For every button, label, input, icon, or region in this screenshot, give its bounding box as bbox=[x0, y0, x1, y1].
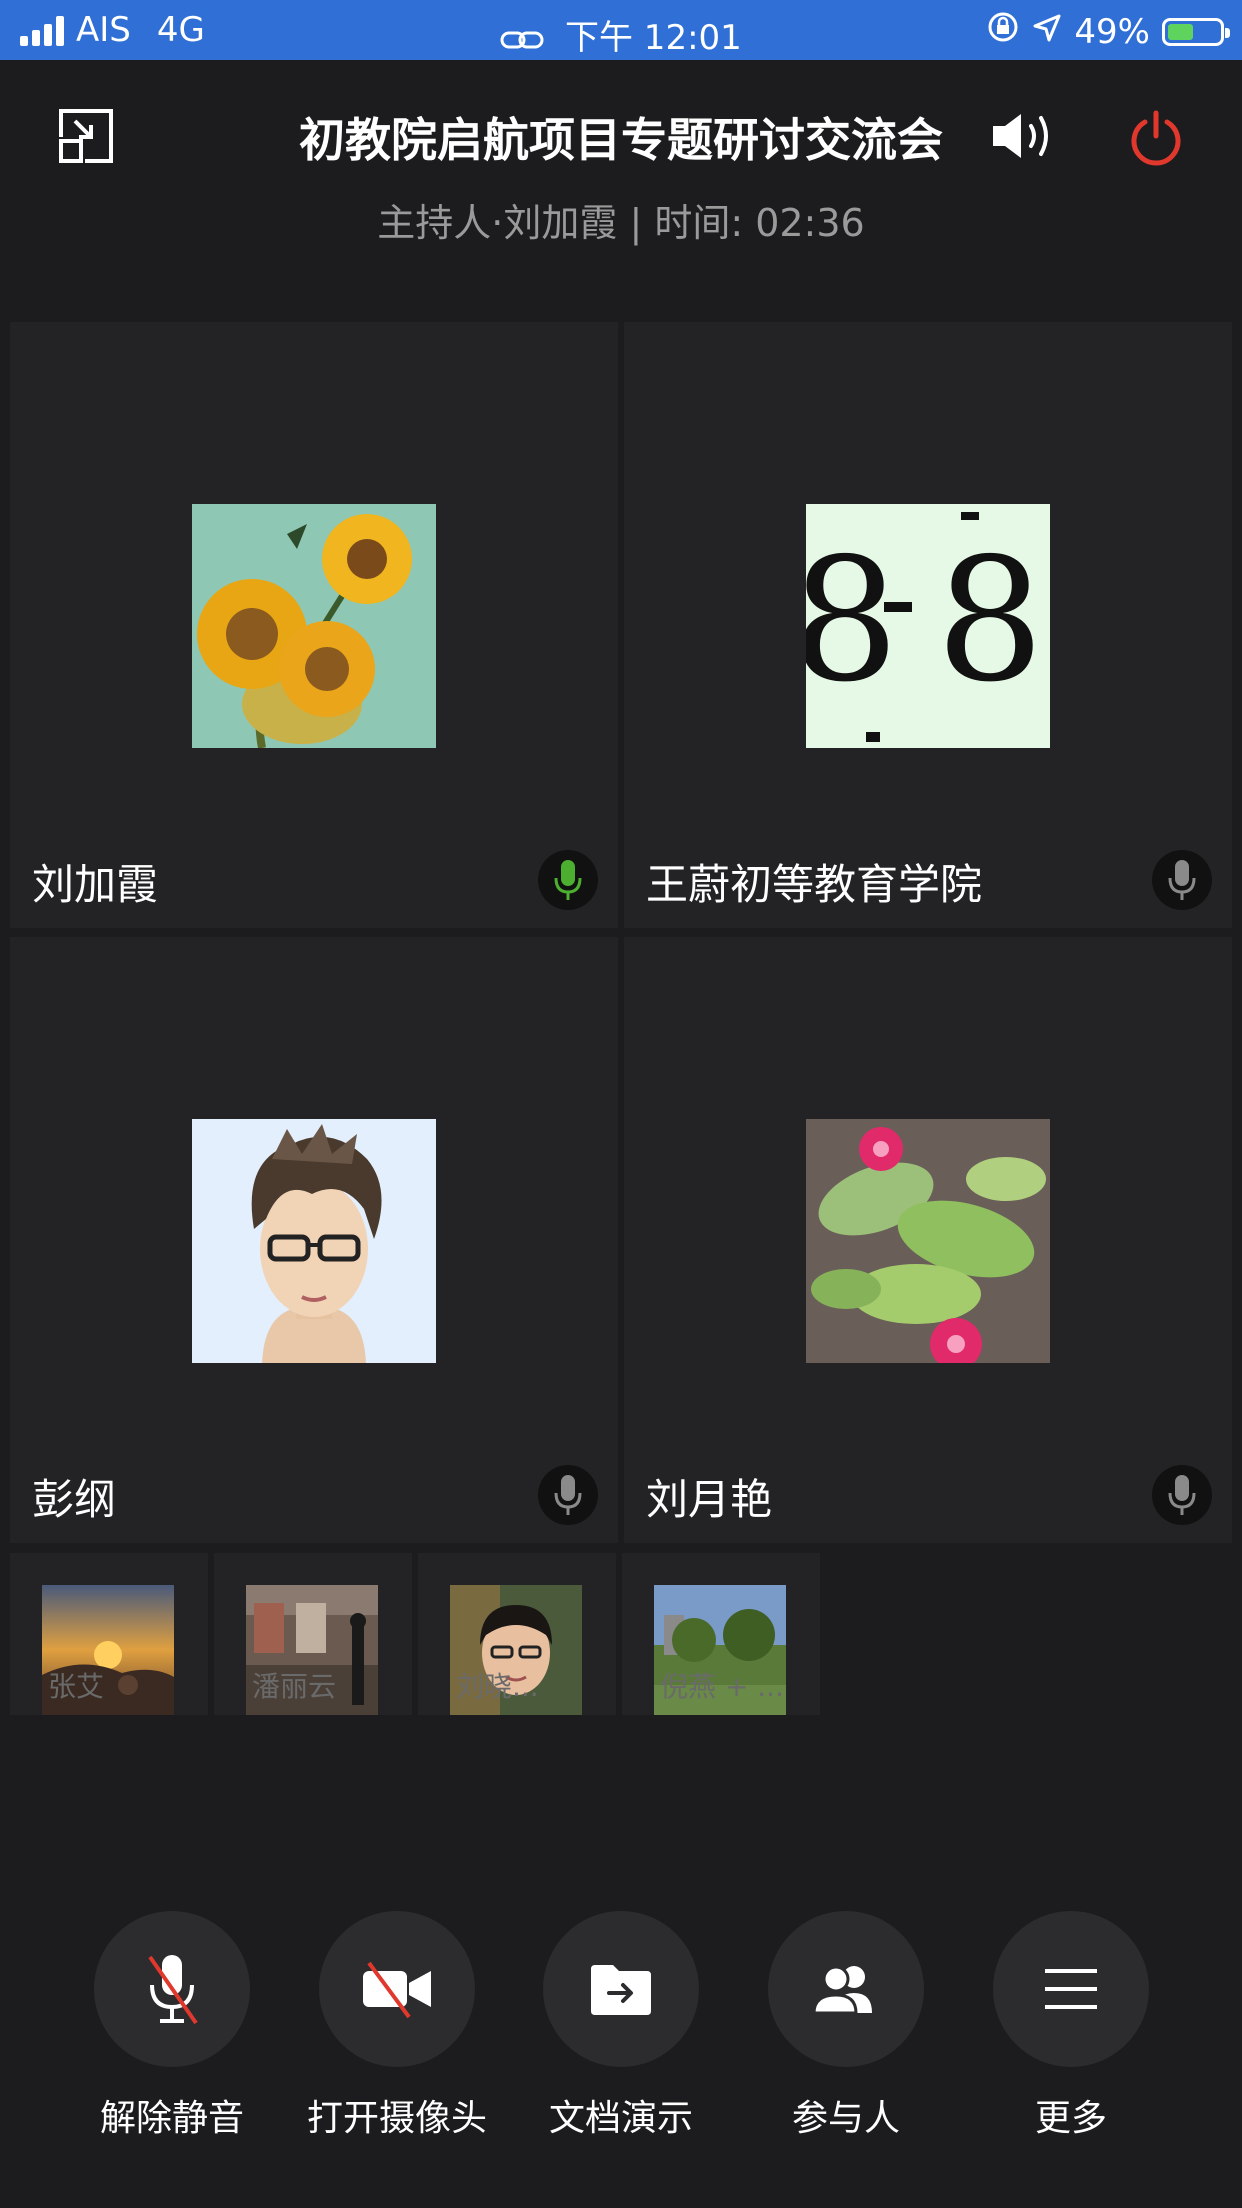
battery-level-fill bbox=[1168, 23, 1193, 40]
svg-text:8: 8 bbox=[936, 522, 1044, 720]
end-meeting-button[interactable] bbox=[1124, 106, 1188, 170]
avatar bbox=[192, 1119, 436, 1363]
participants-icon bbox=[812, 1965, 872, 2015]
participant-name: 潘丽云 bbox=[252, 1670, 337, 1703]
power-icon bbox=[1131, 110, 1181, 166]
avatar bbox=[192, 504, 436, 748]
participant-name: 彭纲 bbox=[32, 1475, 117, 1524]
link-icon bbox=[500, 18, 565, 58]
mic-active-icon bbox=[538, 850, 598, 910]
participant-tile[interactable]: 刘加霞 bbox=[10, 322, 618, 928]
control-label: 打开摄像头 bbox=[306, 2098, 487, 2139]
participant-thumbnail[interactable]: 张艾 bbox=[10, 1553, 208, 1715]
clock: 下午 12:01 bbox=[565, 18, 742, 58]
mic-icon bbox=[538, 1465, 598, 1525]
control-label: 参与人 bbox=[791, 2098, 900, 2139]
battery-icon bbox=[1162, 17, 1230, 46]
participant-thumbnail[interactable]: 潘丽云 bbox=[214, 1553, 412, 1715]
participant-thumbnail[interactable]: 倪燕 + ... bbox=[622, 1553, 820, 1715]
battery-percent: 49% bbox=[1074, 11, 1150, 52]
mic-muted-icon bbox=[148, 1955, 198, 2025]
menu-icon bbox=[1045, 1969, 1097, 2009]
meeting-screen: AIS 4G 下午 12:01 49% 初教院启航项目专题研讨交流会 主持人·刘… bbox=[0, 0, 1242, 2208]
svg-text:8: 8 bbox=[806, 522, 899, 720]
minimize-icon bbox=[59, 109, 113, 163]
participant-name: 王蔚初等教育学院 bbox=[646, 860, 983, 909]
participant-tile[interactable]: 刘月艳 bbox=[624, 937, 1232, 1543]
camera-off-icon bbox=[363, 1961, 431, 2019]
orientation-lock-icon bbox=[986, 10, 1020, 53]
meeting-subtitle: 主持人·刘加霞 | 时间: 02:36 bbox=[377, 201, 865, 245]
avatar bbox=[806, 1119, 1050, 1363]
location-arrow-icon bbox=[1032, 12, 1062, 52]
minimize-window-button[interactable] bbox=[54, 104, 118, 168]
share-folder-icon bbox=[591, 1965, 651, 2015]
participant-name: 刘加霞 bbox=[32, 860, 159, 909]
participant-thumbnail[interactable]: 刘晓... bbox=[418, 1553, 616, 1715]
participant-tile[interactable]: 8 8 王蔚初等教育学院 bbox=[624, 322, 1232, 928]
participant-name: 刘晓... bbox=[456, 1670, 539, 1703]
participants-button[interactable]: 参与人 bbox=[746, 1911, 946, 2141]
unmute-button[interactable]: 解除静音 bbox=[72, 1911, 272, 2141]
mic-icon bbox=[1152, 1465, 1212, 1525]
mic-icon bbox=[1152, 850, 1212, 910]
participant-name: 张艾 bbox=[48, 1670, 105, 1703]
control-label: 解除静音 bbox=[99, 2098, 244, 2139]
avatar: 8 8 bbox=[806, 504, 1050, 748]
control-label: 文档演示 bbox=[548, 2098, 693, 2139]
share-document-button[interactable]: 文档演示 bbox=[521, 1911, 721, 2141]
status-bar: AIS 4G 下午 12:01 49% bbox=[0, 0, 1242, 60]
meeting-title: 初教院启航项目专题研讨交流会 bbox=[299, 113, 943, 167]
speaker-icon bbox=[993, 114, 1048, 158]
more-button[interactable]: 更多 bbox=[971, 1911, 1171, 2141]
camera-toggle-button[interactable]: 打开摄像头 bbox=[297, 1911, 497, 2141]
participant-name: 倪燕 + ... bbox=[660, 1670, 784, 1703]
speaker-button[interactable] bbox=[988, 108, 1060, 164]
control-label: 更多 bbox=[1034, 2098, 1107, 2139]
participant-tile[interactable]: 彭纲 bbox=[10, 937, 618, 1543]
participant-name: 刘月艳 bbox=[646, 1475, 773, 1524]
